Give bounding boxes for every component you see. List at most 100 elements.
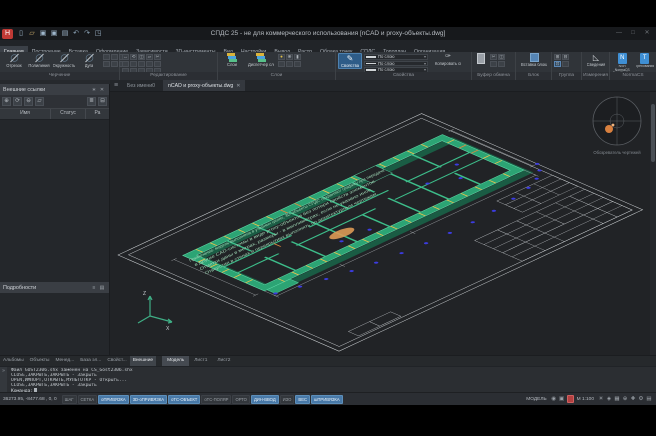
status-toggle[interactable]: 3D-оПРИВЯЗКА <box>130 395 167 404</box>
tool-icon[interactable] <box>103 54 110 60</box>
document-tab[interactable]: nCAD и proxy-объекты.dwg ✕ <box>163 80 245 91</box>
status-icon[interactable]: ▤ <box>645 394 653 405</box>
group-select-icon[interactable]: ⊡ <box>554 61 561 67</box>
tool-icon[interactable] <box>138 61 145 67</box>
paste-special-icon[interactable] <box>490 61 497 67</box>
palette-tool-icon[interactable]: ▱ <box>35 97 44 106</box>
normacs-app-button[interactable]: Т Требования <box>635 53 656 69</box>
drawing-tool-button[interactable]: Дуга <box>77 53 101 68</box>
status-toggle[interactable]: шПРИВЯЗКА <box>311 395 343 404</box>
panel-label[interactable]: Редактирование <box>120 72 217 80</box>
mirror-icon[interactable]: ▱ <box>146 54 153 60</box>
palette-tab[interactable]: Свойст... <box>104 356 129 366</box>
close-tab-icon[interactable]: ✕ <box>236 83 240 89</box>
quick-access-icon[interactable]: ▣ <box>49 27 59 40</box>
maximize-button[interactable]: □ <box>627 27 639 40</box>
command-window[interactable]: » Файл GOST2306.shx заменен на CS_Gost23… <box>0 366 656 392</box>
status-icon[interactable]: ✚ <box>629 394 637 405</box>
palette-view-icon[interactable]: ⊟ <box>98 97 107 106</box>
column-header[interactable]: Имя <box>0 109 51 119</box>
column-header[interactable]: Статус <box>51 109 86 119</box>
panel-label[interactable]: Группа <box>552 72 581 80</box>
rotate-icon[interactable]: ⟲ <box>130 54 137 60</box>
status-toggle[interactable]: оТС-ОБЪЕКТ <box>168 395 200 404</box>
quick-access-icon[interactable]: ▯ <box>16 27 26 40</box>
pin-icon[interactable]: ∗ <box>90 87 98 93</box>
properties-button[interactable]: ✎ Свойства <box>338 53 362 69</box>
scale-indicator[interactable]: М 1:100 <box>577 397 594 402</box>
panel-label[interactable]: Буфер обмена <box>472 72 515 80</box>
tool-icon[interactable] <box>154 61 161 67</box>
details-list-icon[interactable]: ≡ <box>90 285 98 291</box>
copy-properties-button[interactable]: ✑ Копировать свойства <box>430 53 466 66</box>
palette-tool-icon[interactable]: ⊖ <box>24 97 33 106</box>
tool-icon[interactable] <box>111 61 118 67</box>
tool-icon[interactable] <box>130 61 137 67</box>
document-tab[interactable]: Без имени0 <box>122 80 163 91</box>
group-edit-icon[interactable] <box>562 61 569 67</box>
layers-button[interactable]: Слои <box>220 53 244 67</box>
drawing-tool-button[interactable]: Полилиния <box>27 53 51 68</box>
scrollbar-thumb[interactable] <box>651 104 655 162</box>
minimize-button[interactable]: — <box>613 27 625 40</box>
drawing-canvas[interactable]: Примечание: модель выполнена в учебных ц… <box>110 92 650 355</box>
layer-tool-icon[interactable] <box>294 61 301 67</box>
palette-tool-icon[interactable]: ⊕ <box>2 97 11 106</box>
command-gutter[interactable]: » <box>0 367 7 392</box>
status-toggle[interactable]: ВЕС <box>295 395 310 404</box>
drawing-tool-button[interactable]: Окружность <box>52 53 76 68</box>
layout-tab[interactable]: Лист1 <box>189 356 212 366</box>
layer-manager-button[interactable]: Диспетчер слоёв <box>246 53 276 67</box>
tool-icon[interactable] <box>146 61 153 67</box>
linetype-dropdown[interactable]: По слою ▾ <box>364 61 428 67</box>
close-button[interactable]: ✕ <box>641 27 653 40</box>
layer-tool-icon[interactable] <box>278 61 285 67</box>
trim-icon[interactable]: ✂ <box>154 54 161 60</box>
quick-access-icon[interactable]: ◳ <box>93 27 103 40</box>
measure-button[interactable]: ◺ Сведения <box>583 53 609 67</box>
layer-lock-icon[interactable]: ▮ <box>294 54 301 60</box>
app-logo[interactable]: Н <box>2 29 13 39</box>
status-icon[interactable]: ◈ <box>605 394 613 405</box>
layer-on-icon[interactable]: ● <box>278 54 285 60</box>
group-icon[interactable]: ⊞ <box>554 54 561 60</box>
status-toggle[interactable]: СЕТКА <box>78 395 98 404</box>
layer-freeze-icon[interactable]: ❋ <box>286 54 293 60</box>
copy-base-icon[interactable] <box>498 61 505 67</box>
normacs-app-button[interactable]: N NSR NormaCS Specification <box>612 53 633 73</box>
details-grid-icon[interactable]: ▤ <box>98 285 106 291</box>
status-toggle[interactable]: оТС-ПОЛЯР <box>201 395 231 404</box>
layer-tool-icon[interactable] <box>286 61 293 67</box>
quick-access-icon[interactable]: ↷ <box>82 27 92 40</box>
tool-icon[interactable] <box>111 54 118 60</box>
copy-icon[interactable]: ◫ <box>498 54 505 60</box>
space-label[interactable]: МОДЕЛЬ <box>526 397 546 402</box>
quick-access-icon[interactable]: ▱ <box>27 27 37 40</box>
status-icon[interactable]: ◉ <box>550 394 558 405</box>
panel-label[interactable]: Блок <box>516 72 551 80</box>
tool-icon[interactable] <box>122 61 129 67</box>
palette-tab[interactable]: Внешние <box>130 356 156 366</box>
ungroup-icon[interactable]: ⊟ <box>562 54 569 60</box>
palette-tool-icon[interactable]: ⟳ <box>13 97 22 106</box>
quick-access-icon[interactable]: ▣ <box>38 27 48 40</box>
copy-icon[interactable]: ◫ <box>138 54 145 60</box>
palette-tab[interactable]: Объекты <box>27 356 53 366</box>
panel-label[interactable]: Измерения <box>582 72 609 80</box>
status-icon[interactable]: ⊕ <box>621 394 629 405</box>
close-icon[interactable]: ✕ <box>98 87 106 93</box>
reference-list[interactable] <box>0 120 109 282</box>
paste-button[interactable] <box>474 53 488 64</box>
color-dropdown[interactable]: По слою ▾ <box>364 54 428 60</box>
palette-tab[interactable]: Альбомы <box>0 356 27 366</box>
panel-label[interactable]: Свойства <box>336 72 471 80</box>
status-toggle[interactable]: ИЗО <box>280 395 295 404</box>
palette-tab[interactable]: Менед... <box>52 356 77 366</box>
notification-badge[interactable] <box>567 395 574 403</box>
doc-menu-icon[interactable]: ≡ <box>110 80 122 91</box>
quick-access-icon[interactable]: ▤ <box>60 27 70 40</box>
locator-widget[interactable]: Обозреватель чертежей <box>593 97 641 155</box>
status-toggle[interactable]: оПРИВЯЗКА <box>98 395 129 404</box>
status-toggle[interactable]: ОРТО <box>232 395 250 404</box>
palette-tab[interactable]: База эл... <box>77 356 104 366</box>
